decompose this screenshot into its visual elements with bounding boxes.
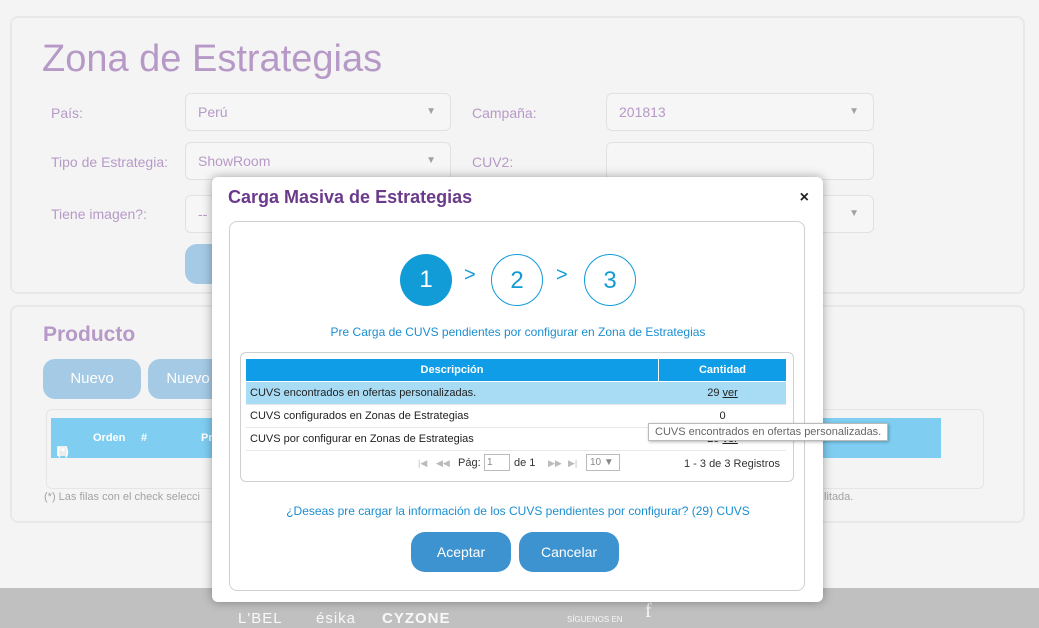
- header-cantidad: Cantidad: [659, 359, 786, 381]
- step-1: 1: [400, 254, 452, 306]
- pag-label: Pág:: [458, 457, 481, 469]
- next-page-icon[interactable]: ▶▶: [548, 458, 562, 469]
- precarga-text: Pre Carga de CUVS pendientes por configu…: [330, 325, 706, 339]
- pager: |◀ ◀◀ Pág: 1 de 1 ▶▶ ▶| 10 ▼ 1 - 3 de 3 …: [246, 451, 786, 477]
- close-icon[interactable]: ×: [800, 189, 809, 207]
- row-cantidad: 0: [719, 410, 726, 422]
- page-size-select[interactable]: 10 ▼: [586, 454, 620, 471]
- prev-page-icon[interactable]: ◀◀: [436, 458, 450, 469]
- modal-content: 1 > 2 > 3 Pre Carga de CUVS pendientes p…: [229, 221, 805, 591]
- ver-link[interactable]: ver: [723, 387, 738, 399]
- step-separator: >: [556, 264, 568, 286]
- aceptar-button[interactable]: Aceptar: [411, 532, 511, 572]
- last-page-icon[interactable]: ▶|: [568, 458, 577, 469]
- cuvs-table: Descripción Cantidad CUVS encontrados en…: [240, 352, 794, 482]
- first-page-icon[interactable]: |◀: [418, 458, 427, 469]
- step-2: 2: [491, 254, 543, 306]
- modal-title: Carga Masiva de Estrategias: [228, 187, 473, 207]
- carga-masiva-modal: Carga Masiva de Estrategias × 1 > 2 > 3 …: [212, 177, 823, 602]
- row-descripcion: CUVS por configurar en Zonas de Estrateg…: [250, 433, 474, 445]
- row-descripcion: CUVS encontrados en ofertas personalizad…: [250, 387, 477, 399]
- tooltip: CUVS encontrados en ofertas personalizad…: [648, 423, 889, 441]
- table-row[interactable]: CUVS encontrados en ofertas personalizad…: [246, 382, 786, 405]
- header-descripcion: Descripción: [246, 359, 658, 381]
- registros-summary: 1 - 3 de 3 Registros: [684, 458, 780, 470]
- step-separator: >: [464, 264, 476, 286]
- confirm-question: ¿Deseas pre cargar la información de los…: [286, 504, 750, 518]
- page-input[interactable]: 1: [484, 454, 510, 471]
- row-cantidad: 29: [707, 387, 720, 399]
- cancelar-button[interactable]: Cancelar: [519, 532, 619, 572]
- step-3: 3: [584, 254, 636, 306]
- de-label: de 1: [514, 457, 536, 469]
- row-descripcion: CUVS configurados en Zonas de Estrategia…: [250, 410, 469, 422]
